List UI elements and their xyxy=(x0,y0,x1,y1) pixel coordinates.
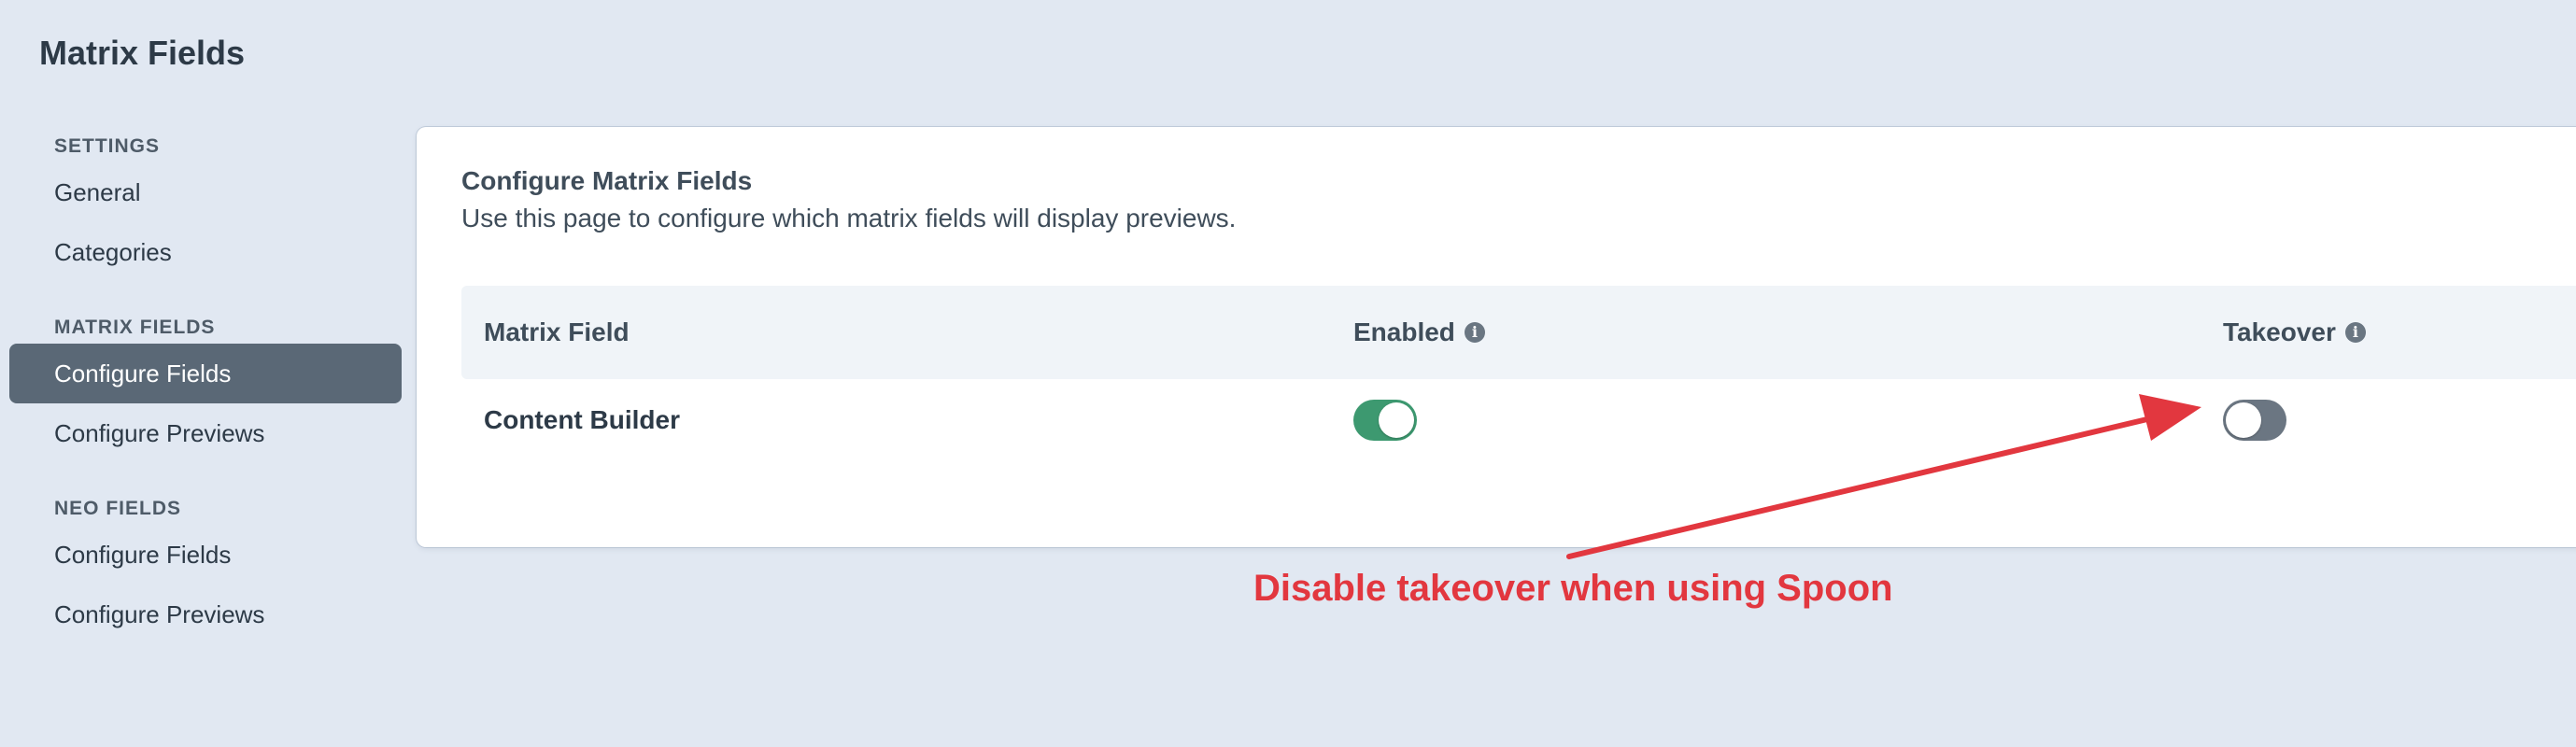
annotation-text: Disable takeover when using Spoon xyxy=(1253,568,1893,609)
page: Matrix Fields SETTINGS General Categorie… xyxy=(0,0,2576,747)
annotation-arrow xyxy=(1566,394,2201,559)
